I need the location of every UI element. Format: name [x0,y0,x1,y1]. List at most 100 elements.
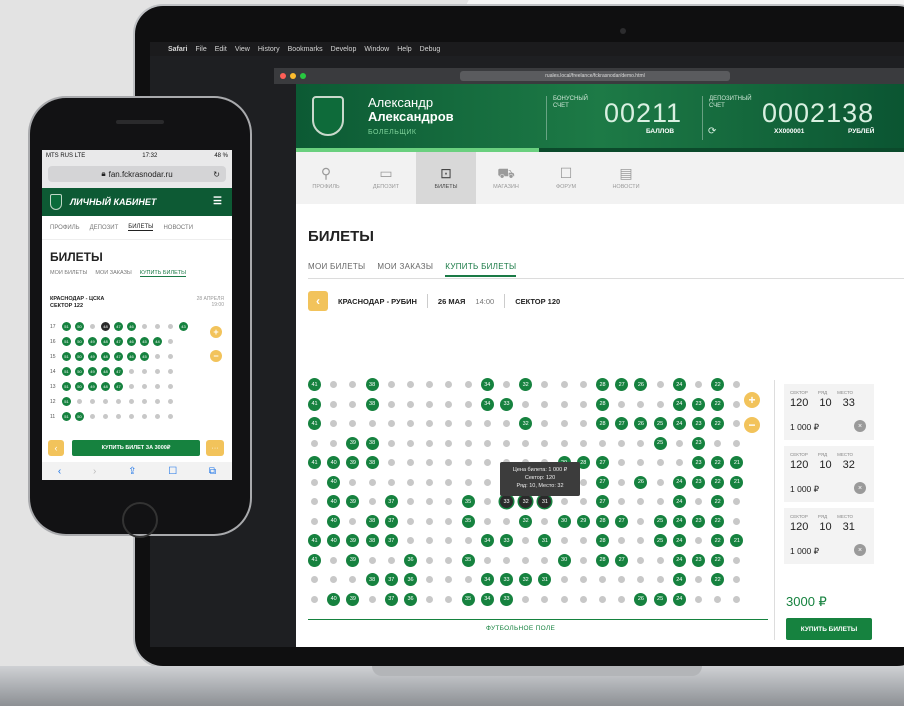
phone-address-bar[interactable]: 🔒︎ fan.fckrasnodar.ru ↻ [48,166,226,182]
seat-available[interactable]: 48 [101,337,110,346]
seat-available[interactable]: 50 [75,367,84,376]
seat-available[interactable]: 24 [672,573,686,586]
seat-available[interactable]: 24 [672,397,686,411]
menu-view[interactable]: View [235,46,250,53]
seat-available[interactable]: 45 [140,337,149,346]
seat-available[interactable]: 26 [634,475,648,489]
zoom-window-button[interactable] [300,73,306,79]
seat-available[interactable]: 40 [327,514,341,528]
seat-available[interactable]: 25 [653,514,667,528]
seat-available[interactable]: 28 [596,417,609,430]
seat-available[interactable]: 24 [672,553,686,567]
menu-bookmarks[interactable]: Bookmarks [288,46,323,53]
seat-available[interactable]: 51 [62,322,71,331]
seat-available[interactable]: 40 [327,534,341,547]
phone-zoom-out-button[interactable]: − [210,350,222,362]
seat-available[interactable]: 41 [308,378,321,391]
seat-available[interactable]: 49 [88,367,97,376]
seat-available[interactable]: 34 [480,573,494,586]
seat-available[interactable]: 24 [672,417,686,430]
remove-icon[interactable]: × [854,420,866,432]
seat-available[interactable]: 24 [672,592,686,606]
seat-available[interactable]: 37 [384,534,398,547]
seat-available[interactable]: 22 [711,495,725,508]
seat-available[interactable]: 51 [62,412,71,421]
seat-available[interactable]: 23 [692,436,705,450]
seat-available[interactable]: 49 [88,382,97,391]
seat-available[interactable]: 26 [634,378,648,391]
seat-available[interactable]: 39 [346,495,360,508]
seat-available[interactable]: 40 [327,495,341,508]
seat-available[interactable]: 36 [404,553,417,567]
seat-available[interactable]: 51 [62,367,71,376]
seat-available[interactable]: 27 [596,495,609,508]
seat-available[interactable]: 27 [596,456,609,469]
seat-available[interactable]: 51 [62,397,71,406]
seat-available[interactable]: 33 [500,397,513,411]
seat-available[interactable]: 40 [327,456,341,469]
seat-available[interactable]: 47 [114,337,123,346]
seat-available[interactable]: 50 [75,352,84,361]
seat-available[interactable]: 38 [365,534,379,547]
seat-available[interactable]: 43 [179,322,188,331]
tab-item[interactable]: МОИ БИЛЕТЫ [308,262,365,277]
menu-develop[interactable]: Develop [331,46,357,53]
seat-available[interactable]: 30 [557,553,571,567]
seat-available[interactable]: 38 [365,378,379,391]
seat-available[interactable]: 41 [308,456,321,469]
seat-available[interactable]: 41 [308,417,321,430]
seat-available[interactable]: 27 [615,553,629,567]
seat-available[interactable]: 28 [596,534,609,547]
seat-available[interactable]: 48 [101,352,110,361]
seat-available[interactable]: 34 [480,534,494,547]
seat-available[interactable]: 32 [519,514,533,528]
seat-available[interactable]: 41 [308,534,321,547]
seat-available[interactable]: 23 [692,475,705,489]
seat-available[interactable]: 27 [615,378,629,391]
back-icon[interactable]: ‹ [58,466,61,477]
seat-available[interactable]: 34 [480,378,494,391]
seat-available[interactable]: 22 [711,456,725,469]
phone-more-button[interactable]: ··· [206,440,224,456]
seat-available[interactable]: 39 [346,456,360,469]
seat-available[interactable]: 22 [711,397,725,411]
seat-available[interactable]: 37 [384,514,398,528]
phone-tab[interactable]: КУПИТЬ БИЛЕТЫ [139,270,186,277]
seat-available[interactable]: 38 [365,456,379,469]
seat-available[interactable]: 35 [461,553,475,567]
close-window-button[interactable] [280,73,286,79]
seat-available[interactable]: 29 [576,514,590,528]
tab-item[interactable]: МОИ ЗАКАЗЫ [377,262,433,277]
seat-available[interactable]: 38 [365,514,379,528]
seat-available[interactable]: 32 [519,378,533,391]
seat-available[interactable]: 37 [384,592,398,606]
phone-tab[interactable]: МОИ ЗАКАЗЫ [95,270,131,277]
seat-available[interactable]: 50 [75,322,84,331]
seat-available[interactable]: 22 [711,475,725,489]
seat-available[interactable]: 22 [711,573,725,586]
seat-available[interactable]: 34 [480,397,494,411]
seat-available[interactable]: 22 [711,534,725,547]
menu-window[interactable]: Window [364,46,389,53]
seat-available[interactable]: 21 [730,475,744,489]
seat-available[interactable]: 34 [480,592,494,606]
seat-available[interactable]: 47 [114,382,123,391]
menu-help[interactable]: Help [397,46,411,53]
seat-available[interactable]: 23 [692,397,705,411]
seat-available[interactable]: 22 [711,514,725,528]
seat-available[interactable]: 33 [500,573,513,586]
seat-available[interactable]: 51 [62,337,71,346]
seat-available[interactable]: 39 [346,592,360,606]
phone-nav-item[interactable]: НОВОСТИ [163,225,193,231]
seat-available[interactable]: 36 [404,592,417,606]
phone-buy-button[interactable]: КУПИТЬ БИЛЕТ ЗА 3000₽ [72,440,200,456]
seat-available[interactable]: 50 [75,337,84,346]
reload-icon[interactable]: ↻ [213,170,220,179]
seat-available[interactable]: 26 [634,592,648,606]
phone-nav-item[interactable]: ПРОФИЛЬ [50,225,80,231]
seat-available[interactable]: 24 [672,378,686,391]
seat-available[interactable]: 35 [461,592,475,606]
seat-available[interactable]: 30 [557,514,571,528]
bookmarks-icon[interactable]: ☐ [168,466,177,477]
seat-available[interactable]: 36 [404,573,417,586]
